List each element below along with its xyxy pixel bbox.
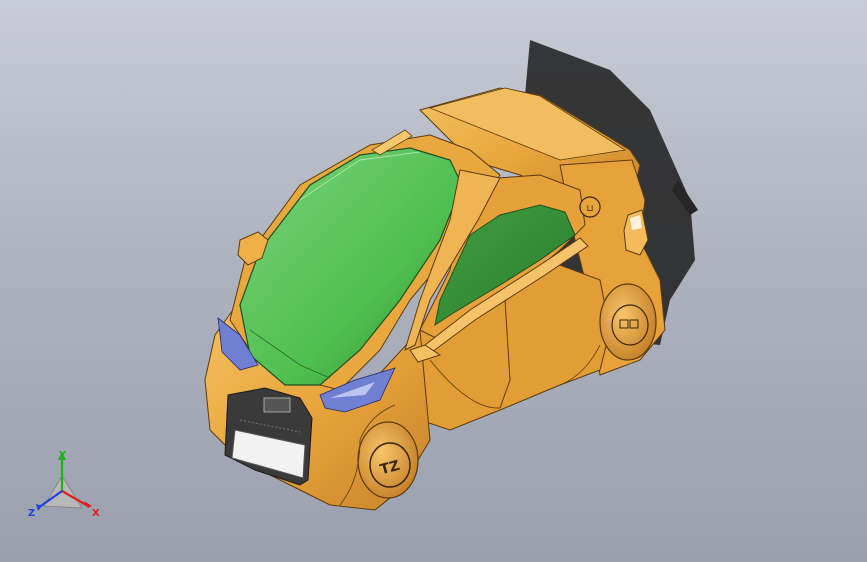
coordinate-triad[interactable]: Y X Z <box>22 446 112 526</box>
front-grille <box>224 387 313 486</box>
rear-wheel <box>599 283 657 361</box>
z-axis-label: Z <box>28 508 35 519</box>
svg-text:⊔: ⊔ <box>586 204 593 214</box>
y-axis-label: Y <box>58 450 67 461</box>
model-viewport[interactable]: ⊔ TZ <box>0 0 867 562</box>
front-wheel: TZ <box>357 421 419 499</box>
x-axis-label: X <box>92 508 100 519</box>
rear-emblem: ⊔ <box>579 196 601 218</box>
